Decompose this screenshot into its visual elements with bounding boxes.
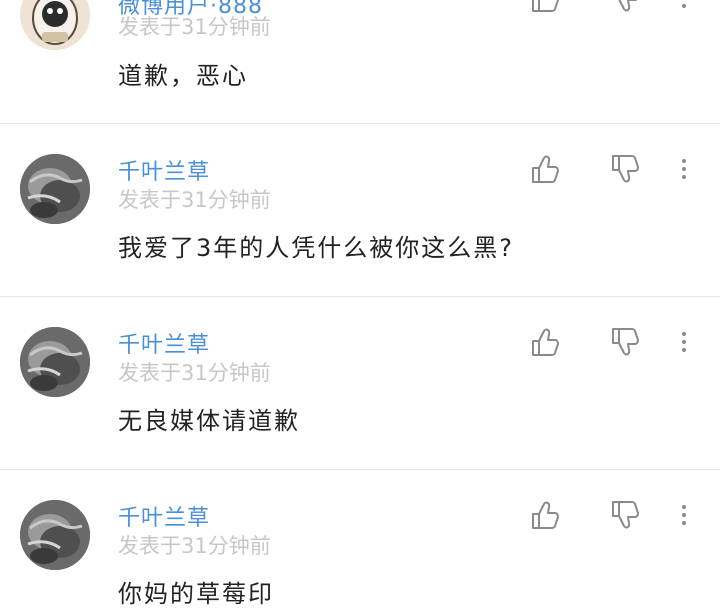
- comment-item: 千叶兰草 发表于31分钟前 我爱了3年的人凭什么被你这么黑?: [0, 124, 720, 296]
- timestamp: 发表于31分钟前: [118, 15, 271, 39]
- timestamp: 发表于31分钟前: [118, 534, 271, 558]
- comment-text: 道歉，恶心: [118, 62, 248, 90]
- like-button[interactable]: [524, 495, 564, 535]
- more-button[interactable]: [664, 149, 704, 189]
- more-vertical-icon: [682, 4, 686, 8]
- more-button[interactable]: [664, 495, 704, 535]
- dislike-button[interactable]: [604, 149, 644, 189]
- username[interactable]: 千叶兰草: [118, 327, 210, 359]
- dislike-button[interactable]: [604, 0, 644, 18]
- more-button[interactable]: [664, 322, 704, 362]
- dislike-button[interactable]: [604, 322, 644, 362]
- comment-item: 千叶兰草 发表于31分钟前 无良媒体请道歉: [0, 297, 720, 469]
- thumbs-up-outline-icon: [532, 501, 559, 529]
- like-button[interactable]: [524, 0, 564, 18]
- like-button[interactable]: [524, 149, 564, 189]
- comment-text: 你妈的草莓印: [118, 580, 274, 608]
- timestamp: 发表于31分钟前: [118, 188, 271, 212]
- thumbs-down-outline-icon: [612, 328, 639, 356]
- more-button[interactable]: [664, 0, 704, 18]
- avatar[interactable]: [20, 154, 90, 224]
- thumbs-up-outline-icon: [532, 0, 559, 12]
- comment-feed: 微博用户·888 发表于31分钟前 道歉，恶心 千叶兰草 发表于31分钟前 我爱…: [0, 0, 720, 608]
- thumbs-down-outline-icon: [612, 501, 639, 529]
- thumbs-down-outline-icon: [618, 0, 638, 12]
- avatar[interactable]: [20, 500, 90, 570]
- comment-text: 我爱了3年的人凭什么被你这么黑?: [118, 234, 515, 262]
- comment-item: 微博用户·888 发表于31分钟前 道歉，恶心: [0, 0, 720, 123]
- avatar[interactable]: [20, 327, 90, 397]
- comment-item: 千叶兰草 发表于31分钟前 你妈的草莓印: [0, 470, 720, 608]
- more-vertical-icon: [682, 505, 686, 525]
- thumbs-up-outline-icon: [532, 328, 559, 356]
- like-button[interactable]: [524, 322, 564, 362]
- more-vertical-icon: [682, 159, 686, 179]
- comment-text: 无良媒体请道歉: [118, 407, 300, 435]
- timestamp: 发表于31分钟前: [118, 361, 271, 385]
- thumbs-down-outline-icon: [612, 155, 639, 183]
- username[interactable]: 千叶兰草: [118, 154, 210, 186]
- username[interactable]: 千叶兰草: [118, 500, 210, 532]
- avatar[interactable]: [20, 0, 90, 50]
- thumbs-up-outline-icon: [532, 155, 559, 183]
- dislike-button[interactable]: [604, 495, 644, 535]
- more-vertical-icon: [682, 332, 686, 352]
